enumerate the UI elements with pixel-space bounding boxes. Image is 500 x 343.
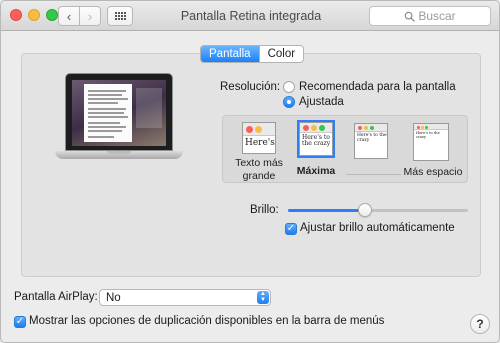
help-button[interactable]: ? [470, 314, 490, 334]
grid-icon [114, 12, 126, 20]
airplay-select-value: No [106, 292, 121, 304]
scaling-option-larger-text[interactable]: Here's [242, 122, 276, 154]
system-preferences-window: ‹ › Pantalla Retina integrada Buscar Pan… [0, 0, 500, 343]
chevron-right-icon: › [87, 8, 93, 24]
minimize-window-button[interactable] [28, 9, 40, 21]
scaling-label-more-space: Más espacio [403, 166, 463, 178]
scaling-sample-text: Here's to the crazy [357, 133, 387, 143]
scaling-sample-text: Here's [245, 138, 275, 148]
resolution-recommended-label: Recomendada para la pantalla [299, 81, 456, 93]
back-button[interactable]: ‹ [58, 6, 80, 26]
auto-brightness-label: Ajustar brillo automáticamente [300, 222, 455, 234]
brightness-slider[interactable] [288, 209, 468, 212]
scaling-label-larger-text: Texto más grande [235, 157, 283, 182]
airplay-label: Pantalla AirPlay: [14, 291, 98, 303]
tab-pantalla[interactable]: Pantalla [201, 46, 259, 62]
scaling-sample-text: Here's to the crazy [416, 131, 440, 139]
scaling-option-more-space-1[interactable]: Here's to the crazy [354, 123, 388, 159]
window-title: Pantalla Retina integrada [180, 9, 322, 23]
scaling-option-more-space[interactable]: Here's to the crazy [413, 123, 449, 161]
mirroring-options-checkbox[interactable]: ✓ [14, 316, 26, 328]
resolution-label: Resolución: [220, 81, 281, 93]
resolution-scaled-label: Ajustada [299, 96, 344, 108]
brightness-label: Brillo: [250, 204, 279, 216]
resolution-scaled-radio[interactable] [283, 96, 295, 108]
zoom-window-button[interactable] [46, 9, 58, 21]
title-bar: ‹ › Pantalla Retina integrada Buscar [1, 1, 499, 31]
search-icon [405, 11, 416, 22]
search-placeholder: Buscar [418, 9, 456, 23]
scaling-label-maxima: Máxima [296, 165, 336, 177]
auto-brightness-checkbox[interactable]: ✓ [285, 223, 297, 235]
select-arrows-icon: ▲ ▼ [257, 291, 269, 304]
macbook-display-illustration [55, 73, 183, 165]
scaling-divider [346, 174, 401, 175]
forward-button[interactable]: › [79, 6, 101, 26]
show-all-button[interactable] [107, 6, 133, 26]
tab-color[interactable]: Color [258, 46, 303, 62]
mirroring-options-label: Mostrar las opciones de duplicación disp… [29, 315, 385, 327]
tab-bar: Pantalla Color [200, 45, 305, 63]
scaling-option-maxima[interactable]: Here's to the crazy [297, 120, 335, 158]
chevron-left-icon: ‹ [66, 8, 72, 24]
resolution-recommended-radio[interactable] [283, 81, 295, 93]
search-field[interactable]: Buscar [369, 6, 491, 26]
brightness-slider-fill [288, 209, 366, 212]
scaling-sample-text: Here's to the crazy [302, 134, 331, 148]
airplay-select[interactable]: No ▲ ▼ [99, 289, 271, 306]
close-window-button[interactable] [10, 9, 22, 21]
